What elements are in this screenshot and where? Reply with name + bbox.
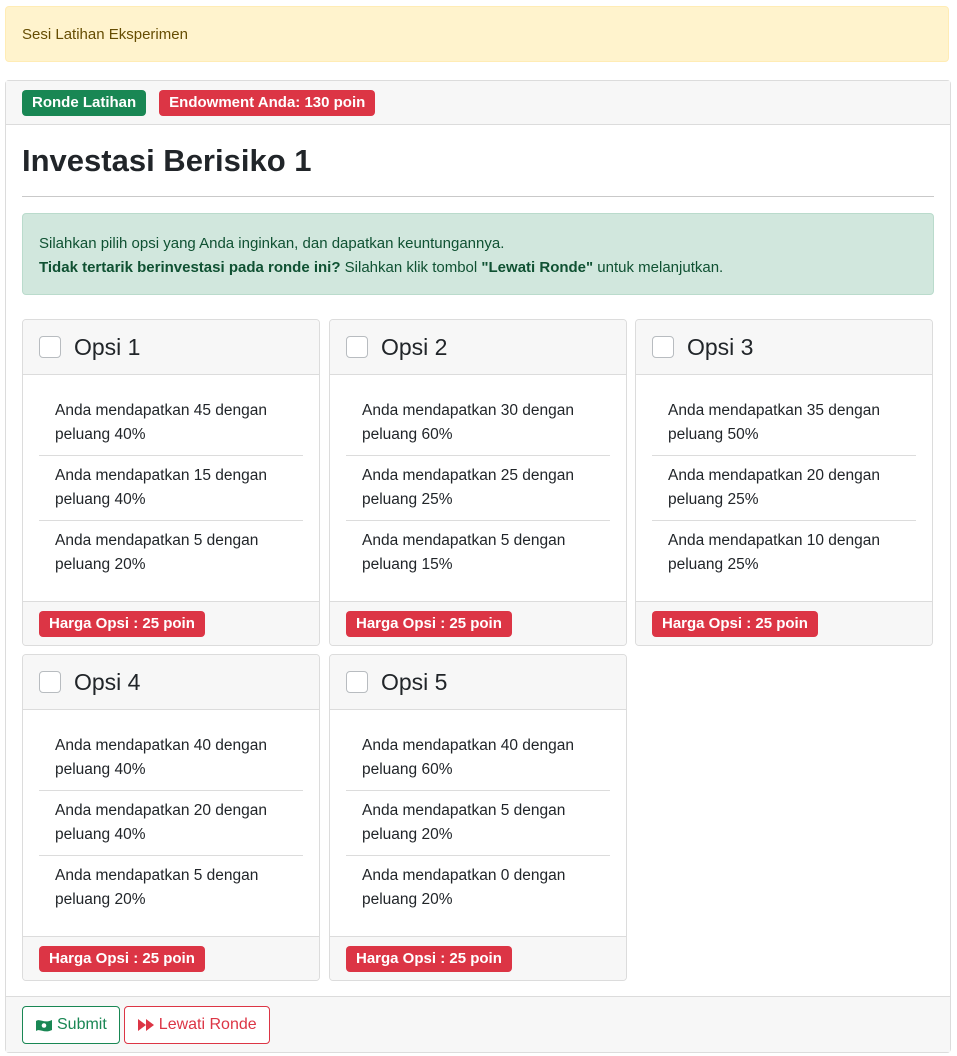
outcome-item: Anda mendapatkan 5 dengan peluang 20% [346,791,610,856]
instructions-line-2: Tidak tertarik berinvestasi pada ronde i… [39,256,917,280]
outcome-item: Anda mendapatkan 5 dengan peluang 20% [55,532,259,573]
option-footer: Harga Opsi : 25 poin [636,601,932,645]
price-badge: Harga Opsi : 25 poin [652,610,818,637]
investment-card: Ronde Latihan Endowment Anda: 130 poin I… [5,80,951,1053]
card-header: Ronde Latihan Endowment Anda: 130 poin [6,81,950,125]
price-badge: Harga Opsi : 25 poin [346,610,512,637]
option-card-5: Opsi 5 Anda mendapatkan 40 dengan peluan… [329,654,627,981]
outcome-item: Anda mendapatkan 30 dengan peluang 60% [346,391,610,456]
option-header: Opsi 3 [636,320,932,375]
option-card-3: Opsi 3 Anda mendapatkan 35 dengan peluan… [635,319,933,646]
option-checkbox[interactable] [346,336,368,358]
skip-question: Tidak tertarik berinvestasi pada ronde i… [39,259,341,276]
outcome-item: Anda mendapatkan 15 dengan peluang 40% [39,456,303,521]
money-bill-wave-icon [35,1017,53,1033]
option-header: Opsi 5 [330,655,626,710]
practice-session-alert: Sesi Latihan Eksperimen [5,6,949,62]
outcome-item: Anda mendapatkan 20 dengan peluang 25% [652,456,916,521]
round-badge: Ronde Latihan [22,89,147,116]
option-footer: Harga Opsi : 25 poin [23,936,319,980]
outcome-list: Anda mendapatkan 35 dengan peluang 50% A… [636,375,932,586]
outcome-item: Anda mendapatkan 0 dengan peluang 20% [362,867,566,908]
outcome-item: Anda mendapatkan 40 dengan peluang 60% [346,726,610,791]
option-title: Opsi 4 [74,668,141,695]
outcome-item: Anda mendapatkan 40 dengan peluang 40% [39,726,303,791]
price-badge: Harga Opsi : 25 poin [39,945,205,972]
skip-round-label: Lewati Ronde [158,1015,257,1033]
outcome-item: Anda mendapatkan 5 dengan peluang 20% [55,867,259,908]
outcome-item: Anda mendapatkan 35 dengan peluang 50% [652,391,916,456]
option-checkbox[interactable] [39,336,61,358]
instructions-line-1: Silahkan pilih opsi yang Anda inginkan, … [39,235,505,252]
skip-round-button[interactable]: Lewati Ronde [123,1005,270,1044]
skip-button-reference: "Lewati Ronde" [481,259,594,276]
outcome-list: Anda mendapatkan 40 dengan peluang 60% A… [330,710,626,921]
option-card-2: Opsi 2 Anda mendapatkan 30 dengan peluan… [329,319,627,646]
option-title: Opsi 5 [381,668,448,695]
outcome-item: Anda mendapatkan 5 dengan peluang 15% [362,532,566,573]
option-title: Opsi 1 [74,333,141,360]
price-badge: Harga Opsi : 25 poin [346,945,512,972]
outcome-list: Anda mendapatkan 30 dengan peluang 60% A… [330,375,626,586]
option-checkbox[interactable] [346,671,368,693]
card-footer: Submit Lewati Ronde [6,996,950,1052]
alert-text: Sesi Latihan Eksperimen [22,25,188,43]
option-footer: Harga Opsi : 25 poin [330,601,626,645]
option-header: Opsi 2 [330,320,626,375]
outcome-item: Anda mendapatkan 25 dengan peluang 25% [346,456,610,521]
submit-label: Submit [57,1015,107,1033]
fast-forward-icon [137,1018,155,1032]
submit-button[interactable]: Submit [22,1005,120,1044]
outcome-list: Anda mendapatkan 45 dengan peluang 40% A… [23,375,319,586]
outcome-item: Anda mendapatkan 20 dengan peluang 40% [39,791,303,856]
instructions-alert: Silahkan pilih opsi yang Anda inginkan, … [22,213,934,295]
skip-instruction: Silahkan klik tombol [340,259,482,276]
outcome-item: Anda mendapatkan 45 dengan peluang 40% [39,391,303,456]
option-header: Opsi 1 [23,320,319,375]
endowment-badge: Endowment Anda: 130 poin [159,89,376,116]
option-card-4: Opsi 4 Anda mendapatkan 40 dengan peluan… [22,654,320,981]
option-card-1: Opsi 1 Anda mendapatkan 45 dengan peluan… [22,319,320,646]
page-title: Investasi Berisiko 1 [22,143,312,178]
divider [22,196,934,197]
option-footer: Harga Opsi : 25 poin [23,601,319,645]
option-header: Opsi 4 [23,655,319,710]
option-title: Opsi 3 [687,333,754,360]
price-badge: Harga Opsi : 25 poin [39,610,205,637]
skip-instruction-end: untuk melanjutkan. [593,259,724,276]
option-checkbox[interactable] [39,671,61,693]
option-footer: Harga Opsi : 25 poin [330,936,626,980]
outcome-list: Anda mendapatkan 40 dengan peluang 40% A… [23,710,319,921]
outcome-item: Anda mendapatkan 10 dengan peluang 25% [668,532,881,573]
option-title: Opsi 2 [381,333,448,360]
option-checkbox[interactable] [652,336,674,358]
